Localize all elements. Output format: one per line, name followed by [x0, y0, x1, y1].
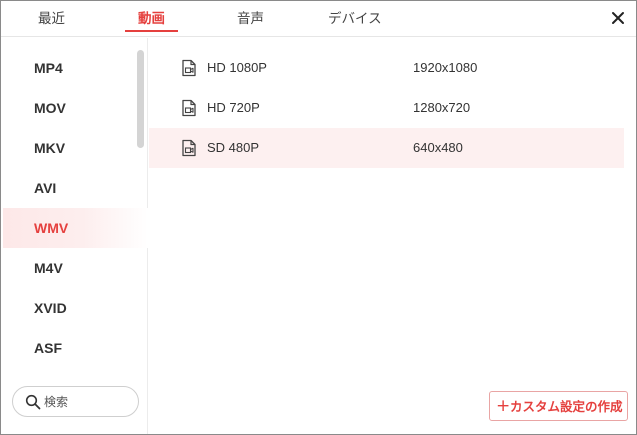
search-placeholder: 検索: [44, 395, 69, 409]
format-picker-window: 最近 動画 音声 デバイス MP4 MOV MKV AVI WMV M4V XV…: [0, 0, 637, 435]
tab-bar: 最近 動画 音声 デバイス: [1, 1, 636, 37]
format-item-m4v[interactable]: M4V: [3, 248, 148, 288]
search-icon: [25, 394, 41, 410]
video-file-icon: [182, 139, 196, 157]
close-button[interactable]: [606, 6, 630, 30]
close-icon: [612, 12, 624, 24]
resolution-dimensions: 640x480: [413, 140, 463, 155]
create-custom-setting-button[interactable]: + カスタム設定の作成: [489, 391, 628, 421]
tab-recent[interactable]: 最近: [38, 10, 65, 28]
format-sidebar: MP4 MOV MKV AVI WMV M4V XVID ASF 検索: [1, 38, 148, 434]
sidebar-scrollbar[interactable]: [137, 50, 144, 148]
resolution-dimensions: 1280x720: [413, 100, 471, 115]
video-file-icon: [182, 59, 196, 77]
resolution-name: HD 720P: [207, 100, 260, 115]
resolution-row-720p[interactable]: HD 720P 1280x720: [149, 88, 624, 128]
tab-device[interactable]: デバイス: [328, 10, 382, 28]
format-item-xvid[interactable]: XVID: [3, 288, 148, 328]
resolution-list: HD 1080P 1920x1080 HD 720P 1280x720 SD 4…: [149, 38, 636, 434]
create-custom-setting-label: カスタム設定の作成: [510, 399, 623, 414]
format-item-mov[interactable]: MOV: [3, 88, 148, 128]
resolution-dimensions: 1920x1080: [413, 60, 478, 75]
video-file-icon: [182, 99, 196, 117]
format-item-asf[interactable]: ASF: [3, 328, 148, 368]
format-item-wmv[interactable]: WMV: [3, 208, 148, 248]
plus-icon: +: [496, 396, 511, 416]
resolution-row-480p[interactable]: SD 480P 640x480: [149, 128, 624, 168]
tab-video[interactable]: 動画: [138, 10, 165, 28]
format-item-avi[interactable]: AVI: [3, 168, 148, 208]
resolution-row-1080p[interactable]: HD 1080P 1920x1080: [149, 48, 624, 88]
resolution-name: HD 1080P: [207, 60, 267, 75]
format-item-mp4[interactable]: MP4: [3, 48, 148, 88]
format-item-mkv[interactable]: MKV: [3, 128, 148, 168]
resolution-name: SD 480P: [207, 140, 260, 155]
tab-audio[interactable]: 音声: [237, 10, 264, 28]
search-input[interactable]: 検索: [12, 386, 139, 417]
active-tab-indicator: [125, 30, 178, 32]
